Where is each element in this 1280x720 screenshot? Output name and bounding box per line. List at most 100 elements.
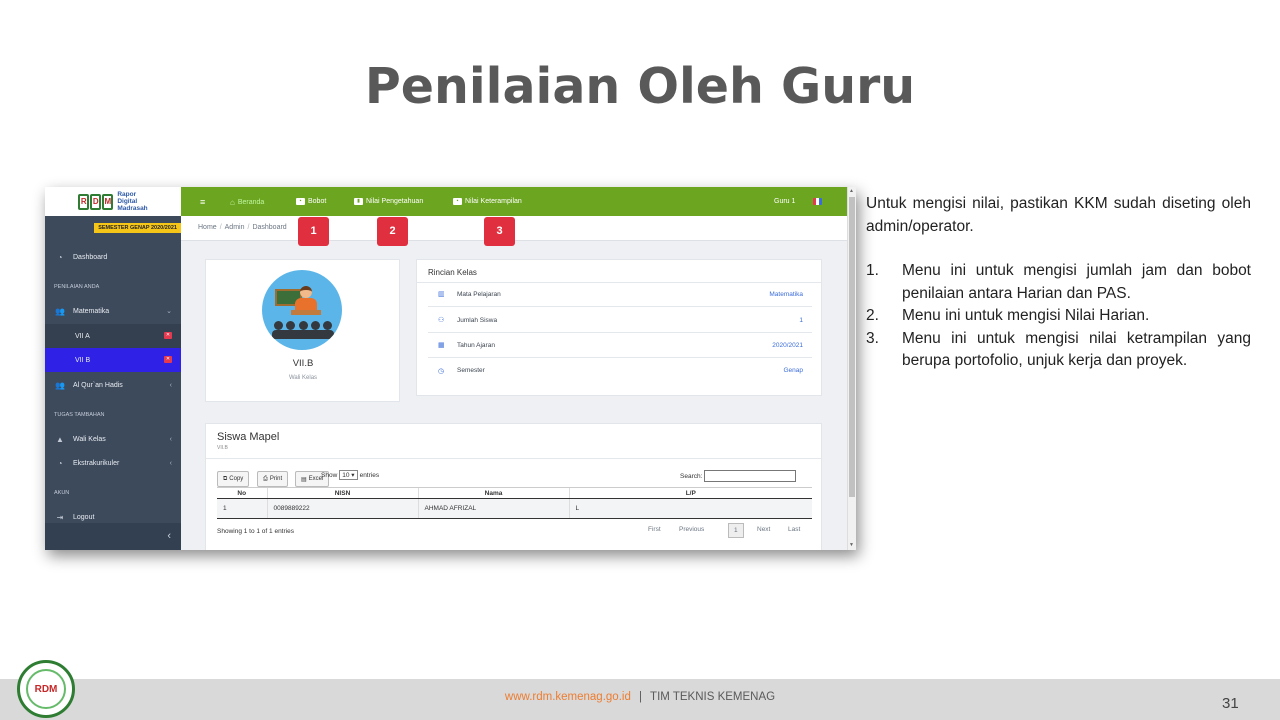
- kelas-role: Wali Kelas: [288, 375, 318, 381]
- sidebar-item-label: Matematika: [73, 307, 110, 315]
- scroll-up-icon[interactable]: ▲: [849, 188, 854, 194]
- breadcrumb-admin[interactable]: Admin: [225, 224, 245, 231]
- logo-letter-r: R: [78, 193, 90, 210]
- breadcrumb-home[interactable]: Home: [198, 224, 217, 231]
- rincian-value: Genap: [783, 367, 803, 374]
- sidebar-item-ekstrakurikuler[interactable]: ◔ Ekstrakurikuler ‹: [45, 451, 181, 475]
- nav-nilai-pengetahuan[interactable]: ▮ Nilai Pengetahuan: [354, 198, 423, 205]
- column-header-no[interactable]: No: [217, 487, 267, 499]
- app-screenshot: R D M Rapor Digital Madrasah SEMESTER GE…: [45, 187, 856, 550]
- print-button[interactable]: ⎙ Print: [257, 471, 289, 487]
- rincian-value: 2020/2021: [772, 341, 803, 349]
- footer-text: www.rdm.kemenag.go.id | TIM TEKNIS KEMEN…: [0, 691, 1280, 703]
- nav-bobot[interactable]: ▪ Bobot: [296, 198, 326, 205]
- entries-label: entries: [359, 471, 380, 479]
- scrollbar-thumb[interactable]: [849, 197, 855, 497]
- rincian-value: Matematika: [769, 290, 803, 298]
- chevron-down-icon: ⌄: [166, 308, 172, 315]
- card-title: Rincian Kelas: [428, 268, 477, 277]
- nav-label: Bobot: [308, 198, 327, 205]
- list-number: 1.: [866, 262, 879, 279]
- sidebar-collapse-button[interactable]: ‹: [45, 523, 181, 550]
- print-icon: ⎙: [263, 475, 268, 482]
- card-subtitle: VII.B: [217, 445, 228, 451]
- sidebar-heading-penilaian: PENILAIAN ANDA: [54, 284, 100, 290]
- button-label: Copy: [229, 476, 244, 482]
- presentation-slide: Penilaian Oleh Guru R D M Rapor Digital …: [0, 0, 1280, 720]
- pagination-first[interactable]: First: [648, 526, 661, 533]
- pagination-next[interactable]: Next: [757, 526, 770, 533]
- pagination-current[interactable]: 1: [728, 523, 744, 538]
- list-item: 3. Menu ini untuk mengisi nilai ketrampil…: [866, 328, 1251, 373]
- sidebar: R D M Rapor Digital Madrasah SEMESTER GE…: [45, 187, 181, 550]
- nav-label: Nilai Pengetahuan: [366, 198, 424, 205]
- sidebar-heading-tugas: TUGAS TAMBAHAN: [54, 412, 105, 418]
- breadcrumb-dashboard: Dashboard: [252, 224, 287, 231]
- list-item: 1. Menu ini untuk mengisi jumlah jam dan …: [866, 260, 1251, 305]
- excel-icon: ▤: [301, 476, 307, 483]
- nav-label: Beranda: [237, 199, 265, 206]
- close-badge-icon: ✕: [164, 332, 172, 339]
- pagination-last[interactable]: Last: [788, 526, 800, 533]
- sidebar-item-alquran-hadis[interactable]: 👥 Al Qur`an Hadis ‹: [45, 373, 181, 397]
- sidebar-item-wali-kelas[interactable]: ▲ Wali Kelas ‹: [45, 427, 181, 451]
- sidebar-item-vii-b[interactable]: VII B ✕: [45, 348, 181, 372]
- kelas-name: VII.B: [292, 358, 314, 369]
- search-input[interactable]: [704, 470, 797, 482]
- top-navbar: ≡ ⌂ Beranda ▪ Bobot ▮ Nilai Pengetahuan …: [181, 187, 847, 216]
- classroom-avatar: [262, 270, 342, 350]
- slide-title: Penilaian Oleh Guru: [364, 58, 916, 115]
- book-icon: ▥: [438, 291, 445, 298]
- table-row[interactable]: 1 0089889222 AHMAD AFRIZAL L: [217, 498, 812, 519]
- copy-button[interactable]: ⧉ Copy: [217, 471, 250, 487]
- users-icon: ⚇: [438, 317, 445, 324]
- sidebar-item-dashboard[interactable]: ◔ Dashboard: [45, 245, 181, 269]
- rincian-label: Mata Pelajaran: [457, 290, 501, 298]
- hamburger-menu-icon[interactable]: ≡: [200, 197, 205, 207]
- rdm-emblem-inner: RDM: [26, 669, 66, 709]
- user-icon: ▲: [56, 434, 64, 444]
- logo-text-line: Madrasah: [117, 205, 148, 212]
- sidebar-item-matematika[interactable]: 👥 Matematika ⌄: [45, 299, 181, 323]
- column-header-lp[interactable]: L/P: [568, 487, 812, 499]
- nav-beranda[interactable]: ⌂ Beranda: [230, 198, 264, 207]
- button-label: Print: [269, 476, 283, 482]
- sidebar-heading-akun: AKUN: [54, 490, 70, 496]
- nav-label: Nilai Keterampilan: [465, 198, 522, 205]
- students-shape: [274, 321, 332, 330]
- description-intro: Untuk mengisi nilai, pastikan KKM sudah …: [866, 195, 1251, 235]
- table-info: Showing 1 to 1 of 1 entries: [217, 528, 294, 535]
- app-logo[interactable]: R D M Rapor Digital Madrasah: [45, 187, 181, 216]
- scroll-down-icon[interactable]: ▼: [849, 542, 854, 548]
- users-icon: 👥: [55, 380, 65, 390]
- rincian-label: Semester: [457, 367, 485, 374]
- logout-icon: ⇥: [56, 512, 64, 522]
- footer-url[interactable]: www.rdm.kemenag.go.id: [505, 691, 631, 703]
- language-flag-icon[interactable]: [813, 198, 822, 205]
- entries-select[interactable]: 10 ▾: [339, 470, 358, 480]
- user-menu[interactable]: Guru 1: [774, 198, 795, 205]
- footer-separator: |: [639, 691, 643, 703]
- semester-badge: SEMESTER GENAP 2020/2021: [94, 223, 181, 233]
- sidebar-item-label: VII B: [75, 356, 91, 364]
- sidebar-item-label: Ekstrakurikuler: [73, 459, 120, 467]
- sidebar-item-vii-a[interactable]: VII A ✕: [45, 324, 181, 348]
- column-header-nama[interactable]: Nama: [417, 487, 569, 499]
- sidebar-item-label: VII A: [75, 332, 90, 340]
- column-header-nisn[interactable]: NISN: [266, 487, 418, 499]
- chart-icon: ▮: [354, 198, 363, 205]
- list-number: 3.: [866, 329, 879, 347]
- siswa-table: No NISN Nama L/P 1 0089889222 AHMAD AFRI…: [217, 487, 812, 519]
- slide-footer: www.rdm.kemenag.go.id | TIM TEKNIS KEMEN…: [0, 679, 1280, 720]
- sidebar-item-label: Wali Kelas: [73, 435, 106, 443]
- rdm-logo-icon: R D M: [78, 193, 114, 210]
- rincian-row: ⚇ Jumlah Siswa 1: [428, 308, 812, 333]
- sidebar-item-label: Logout: [73, 513, 95, 521]
- callout-marker-2: 2: [377, 217, 408, 246]
- vertical-scrollbar[interactable]: ▲ ▼: [847, 187, 856, 550]
- dashboard-icon: ◔: [57, 252, 63, 262]
- list-item: 2. Menu ini untuk mengisi Nilai Harian.: [866, 305, 1251, 328]
- home-icon: ⌂: [230, 198, 235, 207]
- nav-nilai-keterampilan[interactable]: ▪ Nilai Keterampilan: [453, 198, 522, 205]
- pagination-previous[interactable]: Previous: [679, 526, 704, 533]
